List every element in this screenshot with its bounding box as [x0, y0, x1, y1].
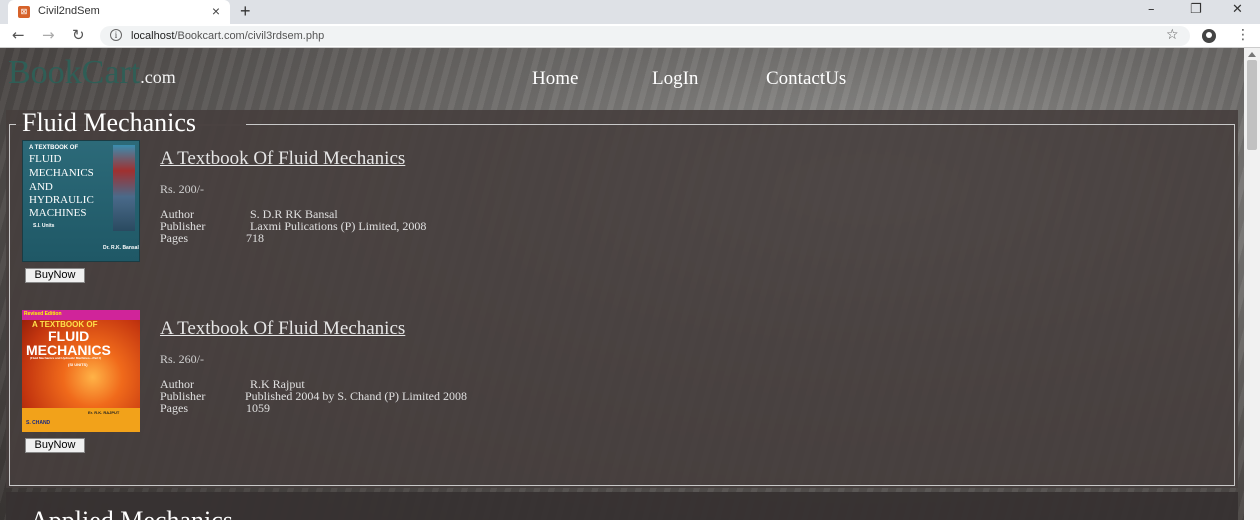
browser-tab[interactable]: ⊠ Civil2ndSem × [8, 0, 230, 24]
book-price: Rs. 260/- [160, 352, 205, 366]
book-item: Revised Edition A TEXTBOOK OF FLUID MECH… [22, 310, 1222, 460]
reload-icon[interactable]: ↻ [72, 26, 85, 44]
profile-icon[interactable] [1202, 29, 1216, 43]
browser-tabstrip: ⊠ Civil2ndSem × + – ❐ ✕ [0, 0, 1260, 24]
address-bar[interactable]: i localhost/Bookcart.com/civil3rdsem.php [100, 26, 1190, 46]
tab-title: Civil2ndSem [38, 5, 100, 17]
buy-now-button[interactable]: BuyNow [25, 268, 85, 283]
buy-now-button[interactable]: BuyNow [25, 438, 85, 453]
browser-toolbar: ← → ↻ i localhost/Bookcart.com/civil3rds… [0, 24, 1260, 48]
restore-button[interactable]: ❐ [1190, 2, 1202, 17]
cover-illustration [113, 145, 135, 231]
forward-icon[interactable]: → [42, 26, 55, 44]
minimize-button[interactable]: – [1148, 2, 1155, 17]
book-pages: Pages 1059 [160, 401, 270, 415]
book-pages: Pages 718 [160, 231, 264, 245]
book-title-link[interactable]: A Textbook Of Fluid Mechanics [160, 318, 405, 340]
url-text: localhost/Bookcart.com/civil3rdsem.php [131, 30, 325, 42]
nav-contactus-link[interactable]: ContactUs [766, 68, 846, 90]
menu-kebab-icon[interactable]: ⋮ [1236, 27, 1250, 43]
scrollbar-thumb[interactable] [1247, 60, 1257, 150]
next-category-panel: Applied Mechanics [6, 492, 1238, 520]
category-title: Fluid Mechanics [22, 108, 197, 137]
book-cover-image[interactable]: Revised Edition A TEXTBOOK OF FLUID MECH… [22, 310, 140, 432]
book-title-link[interactable]: A Textbook Of Fluid Mechanics [160, 148, 405, 170]
nav-login-link[interactable]: LogIn [652, 68, 698, 90]
book-publisher: Publisher Published 2004 by S. Chand (P) … [160, 389, 467, 403]
tab-close-icon[interactable]: × [212, 3, 220, 19]
back-icon[interactable]: ← [12, 26, 25, 44]
scroll-up-arrow-icon[interactable] [1248, 52, 1256, 57]
info-icon[interactable]: i [110, 29, 122, 41]
page-scrollbar[interactable] [1244, 48, 1260, 520]
next-category-title: Applied Mechanics [30, 506, 233, 520]
book-item: A TEXTBOOK OF FLUID MECHANICS AND HYDRAU… [22, 140, 1222, 290]
bookmark-star-icon[interactable]: ☆ [1166, 27, 1179, 43]
book-publisher: Publisher Laxmi Pulications (P) Limited, … [160, 219, 427, 233]
book-cover-image[interactable]: A TEXTBOOK OF FLUID MECHANICS AND HYDRAU… [22, 140, 140, 262]
favicon-icon: ⊠ [18, 6, 30, 18]
close-window-button[interactable]: ✕ [1232, 2, 1243, 17]
category-panel: Fluid Mechanics A TEXTBOOK OF FLUID MECH… [6, 110, 1238, 488]
page-viewport: BookCart.com Home LogIn ContactUs Fluid … [0, 48, 1244, 520]
book-price: Rs. 200/- [160, 182, 205, 196]
new-tab-button[interactable]: + [240, 1, 251, 22]
nav-home-link[interactable]: Home [532, 68, 578, 90]
site-logo[interactable]: BookCart.com [8, 54, 176, 92]
